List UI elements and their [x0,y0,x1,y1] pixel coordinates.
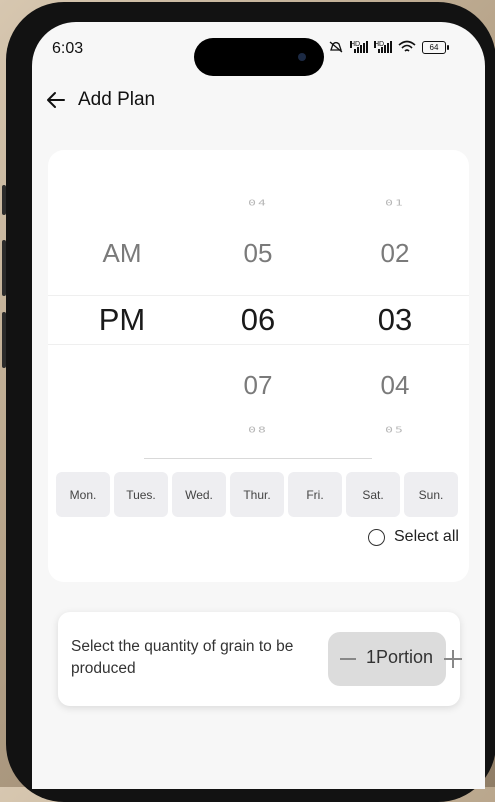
hour-faint-below[interactable]: 08 [188,426,328,435]
day-button-sun[interactable]: Sun. [404,472,458,517]
day-button-tue[interactable]: Tues. [114,472,168,517]
dynamic-island [194,38,324,76]
quantity-label: Select the quantity of grain to be produ… [71,638,294,677]
cell-signal-2-icon: HD [374,41,392,53]
hour-wheel[interactable]: 04 05 06 07 08 [188,150,328,460]
header: Add Plan [44,86,155,114]
quantity-card: Select the quantity of grain to be produ… [58,612,462,706]
plus-icon[interactable] [444,650,462,668]
select-all-label[interactable]: Select all [394,528,459,546]
day-button-mon[interactable]: Mon. [56,472,110,517]
minute-faint-above[interactable]: 01 [325,199,465,208]
app-screen: 6:03 HD HD 64 Add Plan AM PM 04 05 06 07… [32,22,485,789]
period-above[interactable]: AM [52,238,192,269]
battery-icon: 64 [422,40,449,54]
select-all-option[interactable]: Select all [368,528,459,546]
day-button-wed[interactable]: Wed. [172,472,226,517]
picker-divider [144,458,372,459]
hour-below[interactable]: 07 [188,370,328,401]
day-button-sat[interactable]: Sat. [346,472,400,517]
quantity-stepper[interactable]: 1Portion [328,632,446,686]
minute-faint-below[interactable]: 05 [325,426,465,435]
mute-icon [329,41,343,53]
period-wheel[interactable]: AM PM [52,150,192,460]
status-bar: 6:03 HD HD 64 [32,22,485,76]
minute-above[interactable]: 02 [325,238,465,269]
page-title: Add Plan [78,89,156,110]
battery-level: 64 [429,42,439,52]
select-all-radio[interactable] [368,528,385,546]
hd-label: HD [374,41,385,48]
wifi-icon [398,40,416,52]
quantity-value: 1Portion [366,647,434,667]
cell-signal-1-icon: HD [350,41,368,53]
minus-icon[interactable] [340,644,358,670]
status-icons: HD HD 64 [328,38,449,56]
camera-icon [298,53,306,61]
hour-selected[interactable]: 06 [188,302,328,338]
status-time: 6:03 [52,40,84,57]
phone-frame: 6:03 HD HD 64 Add Plan AM PM 04 05 06 07… [6,2,495,802]
minute-below[interactable]: 04 [325,370,465,401]
hd-label: HD [350,41,361,48]
hour-faint-above[interactable]: 04 [188,199,328,208]
day-button-thu[interactable]: Thur. [230,472,284,517]
period-selected[interactable]: PM [52,302,192,338]
hour-above[interactable]: 05 [188,238,328,269]
minute-wheel[interactable]: 01 02 03 04 05 [325,150,465,460]
day-button-fri[interactable]: Fri. [288,472,342,517]
minute-selected[interactable]: 03 [325,302,465,338]
weekday-selector: Mon. Tues. Wed. Thur. Fri. Sat. Sun. [56,472,458,517]
back-arrow-icon[interactable] [44,88,68,112]
time-picker-card: AM PM 04 05 06 07 08 01 02 03 04 05 Mon.… [48,150,469,582]
